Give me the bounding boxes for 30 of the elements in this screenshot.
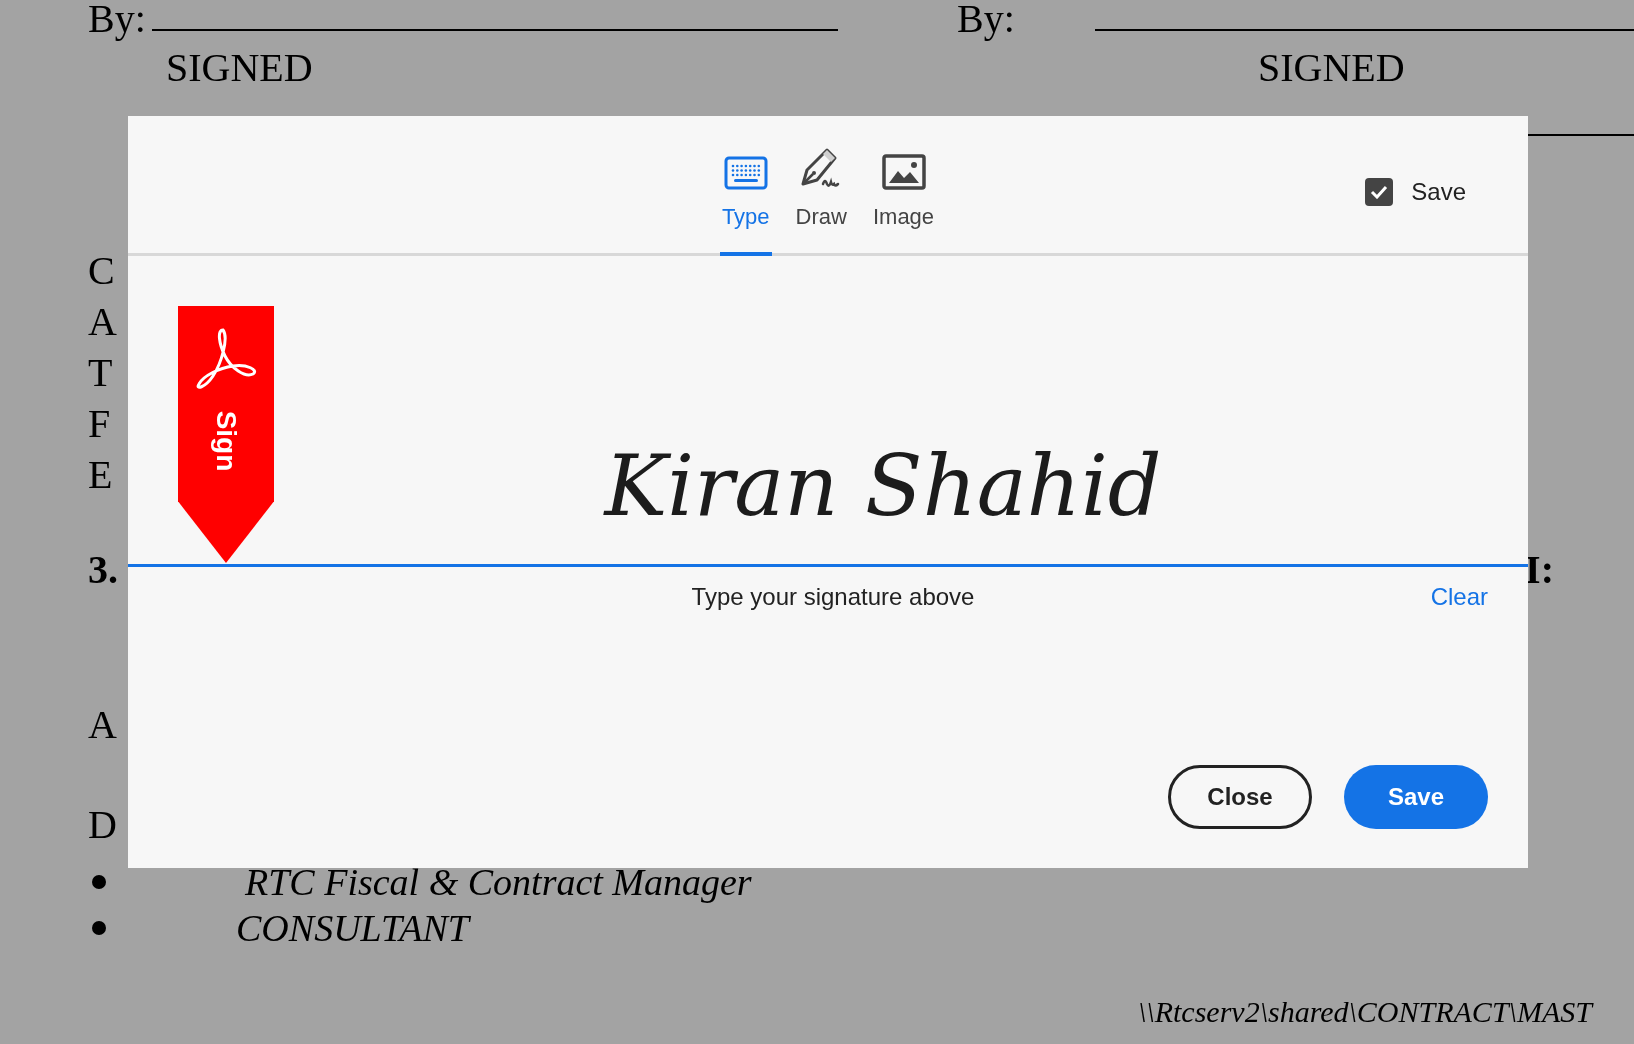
save-button[interactable]: Save xyxy=(1344,765,1488,829)
keyboard-icon xyxy=(723,156,768,190)
signed-label: SIGNED xyxy=(1258,44,1405,92)
document-text: A xyxy=(88,298,117,346)
signed-label: SIGNED xyxy=(166,44,314,92)
file-path: \\Rtcserv2\shared\CONTRACT\MAST xyxy=(1138,994,1592,1030)
image-icon xyxy=(881,154,926,190)
signature-mode-tab[interactable]: Type xyxy=(719,146,772,256)
bullet-text: RTC Fiscal & Contract Manager xyxy=(245,860,752,905)
typed-signature: Kiran Shahid xyxy=(604,436,1162,536)
close-button[interactable]: Close xyxy=(1168,765,1312,829)
document-text: I: xyxy=(1525,546,1554,594)
document-text: C xyxy=(88,247,115,295)
save-option-label: Save xyxy=(1411,177,1466,207)
bullet-text: CONSULTANT xyxy=(236,906,469,951)
document-text: D xyxy=(88,801,117,849)
signature-hint: Type your signature above xyxy=(691,582,975,612)
section-number: 3. xyxy=(88,546,118,594)
document-text: E xyxy=(88,451,113,499)
signature-mode-tab[interactable]: Image xyxy=(870,146,937,256)
document-text: A xyxy=(88,701,117,749)
bullet-icon xyxy=(92,875,106,889)
document-text: F xyxy=(88,400,111,448)
clear-link[interactable]: Clear xyxy=(1430,579,1488,615)
document-text: T xyxy=(88,349,113,397)
bullet-icon xyxy=(92,921,106,935)
sign-label: Sign xyxy=(210,410,243,472)
signature-mode-tab[interactable]: Draw xyxy=(793,146,849,256)
save-checkbox[interactable] xyxy=(1365,178,1394,206)
checkmark-icon xyxy=(1370,185,1389,199)
